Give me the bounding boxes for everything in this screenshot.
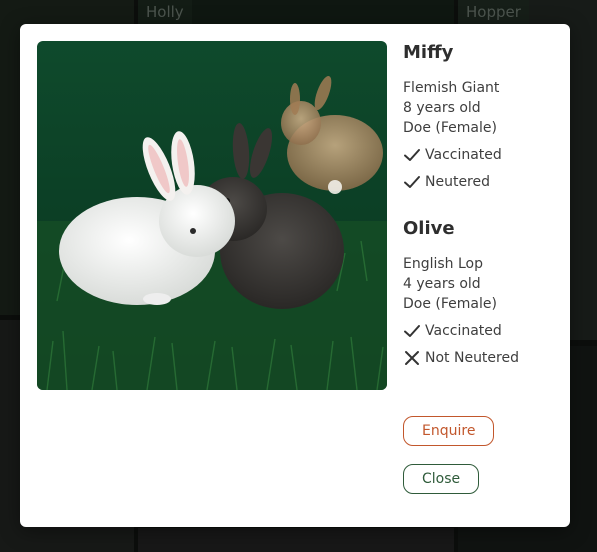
vaccination-status: Vaccinated (403, 321, 563, 341)
check-icon (403, 147, 421, 163)
pet-name: Miffy (403, 42, 454, 63)
vaccination-label: Vaccinated (425, 147, 502, 163)
close-button[interactable]: Close (403, 464, 480, 494)
cross-icon (403, 350, 421, 366)
pet-age: 8 years old (403, 100, 481, 116)
neuter-status: Not Neutered (403, 348, 563, 368)
rabbits-photo (37, 41, 387, 390)
pet-sex: Doe (Female) (403, 120, 497, 136)
page: Holly Hopper Miffy Flemish Giant 8 years… (0, 0, 597, 552)
pet-sex: Doe (Female) (403, 296, 497, 312)
neuter-label: Not Neutered (425, 350, 519, 366)
neuter-label: Neutered (425, 174, 491, 190)
pet-card: Olive English Lop 4 years old Doe (Femal… (403, 218, 563, 368)
pet-name: Olive (403, 218, 455, 239)
check-icon (403, 174, 421, 190)
pet-breed: Flemish Giant (403, 80, 500, 96)
vaccination-label: Vaccinated (425, 323, 502, 339)
enquire-button[interactable]: Enquire (403, 416, 495, 446)
pet-info-panel: Miffy Flemish Giant 8 years old Doe (Fem… (403, 42, 563, 394)
vaccination-status: Vaccinated (403, 145, 563, 165)
neuter-status: Neutered (403, 172, 563, 192)
pet-age: 4 years old (403, 276, 481, 292)
pet-card: Miffy Flemish Giant 8 years old Doe (Fem… (403, 42, 563, 192)
pet-details-modal: Miffy Flemish Giant 8 years old Doe (Fem… (20, 24, 570, 527)
pet-breed: English Lop (403, 256, 484, 272)
check-icon (403, 323, 421, 339)
